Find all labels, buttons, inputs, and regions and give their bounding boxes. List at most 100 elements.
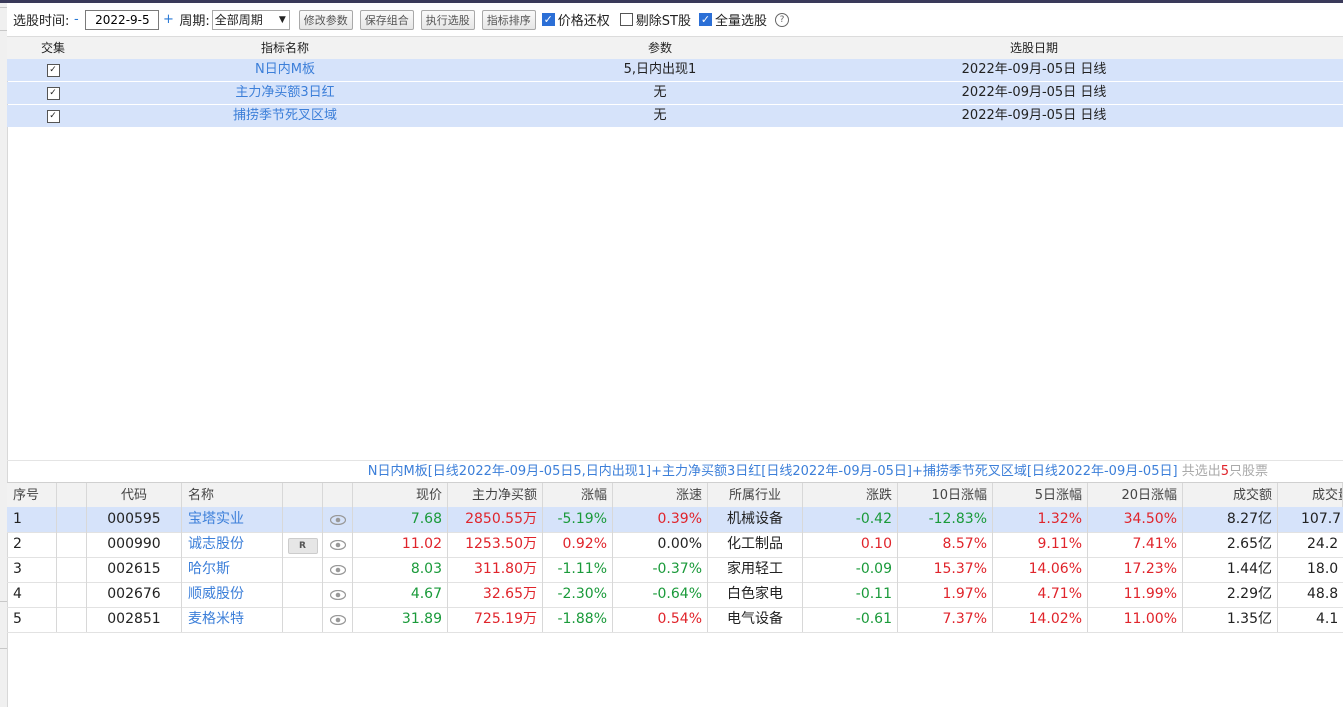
change: -0.61 bbox=[803, 607, 898, 632]
col-name[interactable]: 名称 bbox=[182, 483, 283, 508]
amount: 8.27亿 bbox=[1183, 507, 1278, 532]
full-screen-checkbox[interactable]: ✓ 全量选股 bbox=[699, 10, 767, 29]
checkbox-checked-icon[interactable]: ✓ bbox=[46, 64, 60, 77]
stock-name[interactable]: 顺威股份 bbox=[182, 582, 283, 607]
date-plus-button[interactable]: + bbox=[161, 12, 175, 27]
gain-10d: 8.57% bbox=[898, 532, 993, 557]
volume: 107.7 bbox=[1301, 511, 1342, 527]
col-eye bbox=[323, 483, 353, 508]
date-label: 选股时间: bbox=[13, 14, 70, 29]
date-minus-button[interactable]: - bbox=[69, 12, 83, 27]
price-adjust-checkbox[interactable]: ✓ 价格还权 bbox=[541, 10, 610, 29]
stock-code: 002615 bbox=[87, 557, 182, 582]
indicator-row[interactable]: ✓ 捕捞季节死叉区域 无 2022年-09月-05日 日线 bbox=[7, 105, 1343, 127]
netbuy: 32.65万 bbox=[448, 582, 543, 607]
eye-cell[interactable] bbox=[323, 582, 353, 607]
amount: 1.44亿 bbox=[1183, 557, 1278, 582]
date-input[interactable] bbox=[85, 9, 160, 30]
checkbox-checked-icon[interactable]: ✓ bbox=[46, 87, 60, 100]
industry: 机械设备 bbox=[708, 507, 803, 532]
col-index[interactable]: 序号 bbox=[7, 483, 57, 508]
exclude-st-checkbox[interactable]: 剔除ST股 bbox=[619, 10, 691, 29]
row-index: 5 bbox=[7, 607, 57, 632]
speed: -0.64% bbox=[613, 582, 708, 607]
indicator-name[interactable]: 主力净买额3日红 bbox=[99, 82, 471, 104]
change: -0.09 bbox=[803, 557, 898, 582]
col-code[interactable]: 代码 bbox=[87, 483, 182, 508]
eye-cell[interactable] bbox=[323, 557, 353, 582]
indicator-params: 无 bbox=[653, 108, 667, 123]
eye-icon[interactable] bbox=[323, 582, 352, 607]
eye-cell[interactable] bbox=[323, 607, 353, 632]
pct: -2.30% bbox=[543, 582, 613, 607]
results-table-header: 序号 代码 名称 现价 主力净买额 涨幅 涨速 所属行业 涨跌 10日涨幅 5日… bbox=[7, 482, 1343, 509]
col-20d[interactable]: 20日涨幅 bbox=[1088, 483, 1183, 508]
stock-row[interactable]: 3 002615 哈尔斯 8.03 311.80万 -1.11% -0.37% … bbox=[7, 557, 1343, 583]
period-value: 全部周期 bbox=[214, 13, 263, 27]
sort-indicators-button[interactable]: 指标排序 bbox=[481, 9, 536, 30]
badge-cell bbox=[283, 582, 323, 607]
stock-name[interactable]: 哈尔斯 bbox=[182, 557, 283, 582]
stock-row[interactable]: 4 002676 顺威股份 4.67 32.65万 -2.30% -0.64% … bbox=[7, 582, 1343, 608]
eye-icon[interactable] bbox=[323, 607, 352, 632]
change: -0.11 bbox=[803, 582, 898, 607]
stock-name[interactable]: 宝塔实业 bbox=[182, 507, 283, 532]
help-icon[interactable]: ? bbox=[775, 12, 790, 27]
col-amount[interactable]: 成交额 bbox=[1183, 483, 1278, 508]
col-industry[interactable]: 所属行业 bbox=[708, 483, 803, 508]
pct: -5.19% bbox=[543, 507, 613, 532]
chevron-down-icon: ▼ bbox=[278, 14, 286, 25]
col-indicator-name: 指标名称 bbox=[260, 41, 309, 55]
eye-icon[interactable] bbox=[323, 507, 352, 532]
col-netbuy[interactable]: 主力净买额 bbox=[448, 483, 543, 508]
eye-cell[interactable] bbox=[323, 532, 353, 557]
amount: 2.65亿 bbox=[1183, 532, 1278, 557]
col-blank bbox=[57, 483, 87, 508]
eye-cell[interactable] bbox=[323, 507, 353, 532]
speed: -0.37% bbox=[613, 557, 708, 582]
stock-code: 000595 bbox=[87, 507, 182, 532]
stock-row[interactable]: 2 000990 诚志股份 R 11.02 1253.50万 0.92% 0.0… bbox=[7, 532, 1343, 558]
indicator-row[interactable]: ✓ N日内M板 5,日内出现1 2022年-09月-05日 日线 bbox=[7, 59, 1343, 81]
netbuy: 311.80万 bbox=[448, 557, 543, 582]
eye-icon[interactable] bbox=[323, 532, 352, 557]
stock-row[interactable]: 5 002851 麦格米特 31.89 725.19万 -1.88% 0.54%… bbox=[7, 607, 1343, 633]
stock-code: 002851 bbox=[87, 607, 182, 632]
gain-10d: 15.37% bbox=[898, 557, 993, 582]
eye-icon[interactable] bbox=[323, 557, 352, 582]
stock-row[interactable]: 1 000595 宝塔实业 7.68 2850.55万 -5.19% 0.39%… bbox=[7, 507, 1343, 533]
save-combo-button[interactable]: 保存组合 bbox=[359, 9, 414, 30]
run-screen-button[interactable]: 执行选股 bbox=[420, 9, 475, 30]
col-volume[interactable]: 成交量 bbox=[1278, 483, 1343, 508]
edit-params-button[interactable]: 修改参数 bbox=[298, 9, 353, 30]
stock-name[interactable]: 麦格米特 bbox=[182, 607, 283, 632]
col-10d[interactable]: 10日涨幅 bbox=[898, 483, 993, 508]
stock-name[interactable]: 诚志股份 bbox=[182, 532, 283, 557]
price: 7.68 bbox=[353, 507, 448, 532]
col-price[interactable]: 现价 bbox=[353, 483, 448, 508]
col-5d[interactable]: 5日涨幅 bbox=[993, 483, 1088, 508]
checkmark-icon: ✓ bbox=[699, 13, 712, 26]
industry: 家用轻工 bbox=[708, 557, 803, 582]
price: 8.03 bbox=[353, 557, 448, 582]
indicator-name[interactable]: 捕捞季节死叉区域 bbox=[99, 105, 471, 127]
period-label: 周期: bbox=[179, 14, 210, 29]
indicator-date: 2022年-09月-05日 日线 bbox=[961, 85, 1107, 100]
indicator-name[interactable]: N日内M板 bbox=[99, 59, 471, 81]
indicator-row[interactable]: ✓ 主力净买额3日红 无 2022年-09月-05日 日线 bbox=[7, 82, 1343, 104]
col-change[interactable]: 涨跌 bbox=[803, 483, 898, 508]
summary-count-prefix: 共选出 bbox=[1181, 464, 1221, 479]
checkbox-checked-icon[interactable]: ✓ bbox=[46, 110, 60, 123]
col-speed[interactable]: 涨速 bbox=[613, 483, 708, 508]
gain-20d: 7.41% bbox=[1088, 532, 1183, 557]
badge-cell bbox=[283, 607, 323, 632]
stock-code: 002676 bbox=[87, 582, 182, 607]
period-select[interactable]: 全部周期 ▼ bbox=[211, 9, 290, 30]
indicator-date: 2022年-09月-05日 日线 bbox=[961, 108, 1107, 123]
summary-count: 5 bbox=[1220, 464, 1229, 479]
indicator-params: 无 bbox=[653, 85, 667, 100]
gain-10d: 7.37% bbox=[898, 607, 993, 632]
col-pct[interactable]: 涨幅 bbox=[543, 483, 613, 508]
full-screen-label: 全量选股 bbox=[715, 14, 768, 29]
gain-5d: 1.32% bbox=[993, 507, 1088, 532]
